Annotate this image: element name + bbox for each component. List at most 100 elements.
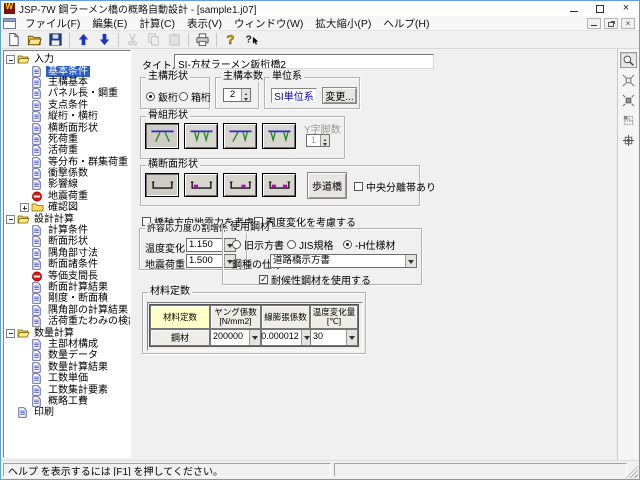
tree-item-25[interactable]: 主部材構成 [4, 339, 130, 350]
tree-item-9[interactable]: 等分布・群集荷重 [4, 157, 130, 168]
tree-item-2[interactable]: 主構基本 [4, 77, 130, 88]
tree-item-14[interactable]: 設計計算 [4, 213, 130, 224]
tree-item-3[interactable]: パネル長・鋼重 [4, 88, 130, 99]
expansion-coeff-combobox[interactable]: 0.000012 [261, 329, 310, 346]
tree-item-17[interactable]: 隅角部寸法 [4, 248, 130, 259]
tree-item-30[interactable]: 概略工費 [4, 396, 130, 407]
radio-jis-standard[interactable]: JIS規格 [287, 237, 333, 252]
mdi-close-button[interactable]: × [621, 18, 635, 29]
dropdown-arrow-icon[interactable] [405, 255, 416, 267]
menu-items: ファイル(F)編集(E)計算(C)表示(V)ウィンドウ(W)拡大縮小(P)ヘルプ… [19, 16, 435, 31]
steel-spec-combobox[interactable]: 道路橋示方書 [270, 254, 417, 268]
tree-item-11[interactable]: 影響線 [4, 179, 130, 190]
open-folder-button[interactable] [24, 32, 45, 48]
frame-type-2-button[interactable] [184, 123, 218, 149]
svg-text:?: ? [226, 32, 234, 47]
help-button[interactable]: ? [220, 32, 241, 48]
menu-e[interactable]: 編集(E) [86, 16, 133, 31]
weathering-steel-checkbox[interactable]: 耐候性鋼材を使用する [259, 272, 371, 287]
tree-item-7[interactable]: 死荷重 [4, 134, 130, 145]
zoom-center-button[interactable] [620, 132, 637, 148]
tree-item-1[interactable]: 基本条件 [4, 65, 130, 76]
tree-item-4[interactable]: 支点条件 [4, 100, 130, 111]
resize-grip[interactable] [626, 466, 638, 478]
youngs-modulus-combobox[interactable]: 200000 [210, 329, 261, 346]
zoom-magnifier-button[interactable] [620, 52, 637, 68]
tree-item-0[interactable]: 入力 [4, 54, 130, 65]
close-button[interactable]: × [613, 1, 639, 16]
toolbar-separator [216, 33, 217, 47]
tree-item-5[interactable]: 縦桁・横桁 [4, 111, 130, 122]
cross-section-type-2-button[interactable] [184, 173, 218, 197]
menu-h[interactable]: ヘルプ(H) [377, 16, 435, 31]
cross-section-type-1-button[interactable] [145, 173, 179, 197]
temp-change-combobox[interactable]: 30 [310, 329, 358, 346]
tree-item-28[interactable]: 工数単価 [4, 373, 130, 384]
maximize-icon [596, 5, 604, 13]
cross-section-type-4-button[interactable] [262, 173, 296, 197]
tree-item-20[interactable]: 断面計算結果 [4, 282, 130, 293]
menu-w[interactable]: ウィンドウ(W) [228, 16, 309, 31]
menu-f[interactable]: ファイル(F) [19, 16, 86, 31]
arrow-down-button[interactable] [94, 32, 115, 48]
walkway-bridge-button[interactable]: 歩道橋 [307, 172, 347, 199]
navigation-tree[interactable]: 入力基本条件主構基本パネル長・鋼重支点条件縦桁・横桁横断面形状死荷重活荷重等分布… [3, 50, 131, 458]
context-help-button[interactable]: ? [241, 32, 262, 48]
tree-item-6[interactable]: 横断面形状 [4, 122, 130, 133]
radio-old-spec[interactable]: 旧示方書 [232, 237, 284, 252]
frame-type-1-button[interactable] [145, 123, 179, 149]
title-input[interactable]: SI-方杖ラーメン鈑桁橋2 [174, 54, 434, 69]
girder-count-stepper[interactable]: 2 [223, 88, 251, 102]
frame-type-3-button[interactable] [223, 123, 257, 149]
change-unit-button[interactable]: 変更... [322, 87, 357, 104]
mdi-minimize-button[interactable] [587, 18, 601, 29]
doc-icon [31, 179, 44, 190]
tree-item-26[interactable]: 数量データ [4, 350, 130, 361]
cross-section-type-3-button[interactable] [223, 173, 257, 197]
stepper-arrows-icon[interactable] [241, 89, 250, 101]
tree-item-18[interactable]: 断面諸条件 [4, 259, 130, 270]
doc-icon [31, 259, 44, 270]
menu-p[interactable]: 拡大縮小(P) [309, 16, 377, 31]
menu-v[interactable]: 表示(V) [181, 16, 228, 31]
tree-item-10[interactable]: 衝撃係数 [4, 168, 130, 179]
tree-item-16[interactable]: 断面形状 [4, 236, 130, 247]
collapse-icon[interactable] [6, 55, 15, 64]
save-button[interactable] [45, 32, 66, 48]
zoom-fit-button[interactable] [620, 72, 637, 88]
dropdown-arrow-icon[interactable] [346, 330, 357, 345]
tree-item-21[interactable]: 剛度・断面積 [4, 293, 130, 304]
doc-icon [31, 385, 44, 396]
tree-item-13[interactable]: 確認図 [4, 202, 130, 213]
zoom-partial-button[interactable] [620, 112, 637, 128]
tree-item-23[interactable]: 活荷重たわみの検討 [4, 316, 130, 327]
document-window-icon[interactable] [3, 18, 16, 29]
frame-type-4-button[interactable] [262, 123, 296, 149]
new-doc-button[interactable] [3, 32, 24, 48]
radio-box-girder[interactable]: 箱桁 [179, 89, 211, 104]
arrow-up-button[interactable] [73, 32, 94, 48]
mdi-restore-button[interactable] [604, 18, 618, 29]
tree-item-12[interactable]: 地震荷重 [4, 191, 130, 202]
radio-h-spec-material[interactable]: -H仕様材 [343, 237, 396, 252]
menu-c[interactable]: 計算(C) [133, 16, 181, 31]
tree-item-24[interactable]: 数量計算 [4, 327, 130, 338]
tree-item-8[interactable]: 活荷重 [4, 145, 130, 156]
expand-icon[interactable] [20, 203, 29, 212]
maximize-button[interactable] [587, 1, 613, 16]
collapse-icon[interactable] [6, 215, 15, 224]
tree-item-22[interactable]: 隅角部の計算結果 [4, 305, 130, 316]
tree-item-27[interactable]: 数量計算結果 [4, 362, 130, 373]
doc-icon [31, 282, 44, 293]
print-button[interactable] [192, 32, 213, 48]
tree-item-31[interactable]: 印刷 [4, 407, 130, 418]
median-strip-checkbox[interactable]: 中央分離帯あり [354, 179, 436, 194]
tree-item-29[interactable]: 工数集計要素 [4, 384, 130, 395]
tree-item-19[interactable]: 等価支間長 [4, 270, 130, 281]
collapse-icon[interactable] [6, 329, 15, 338]
doc-icon [31, 373, 44, 384]
zoom-shrink-button[interactable] [620, 92, 637, 108]
tree-item-15[interactable]: 計算条件 [4, 225, 130, 236]
radio-plate-girder[interactable]: 鈑桁 [146, 89, 178, 104]
minimize-button[interactable] [561, 1, 587, 16]
